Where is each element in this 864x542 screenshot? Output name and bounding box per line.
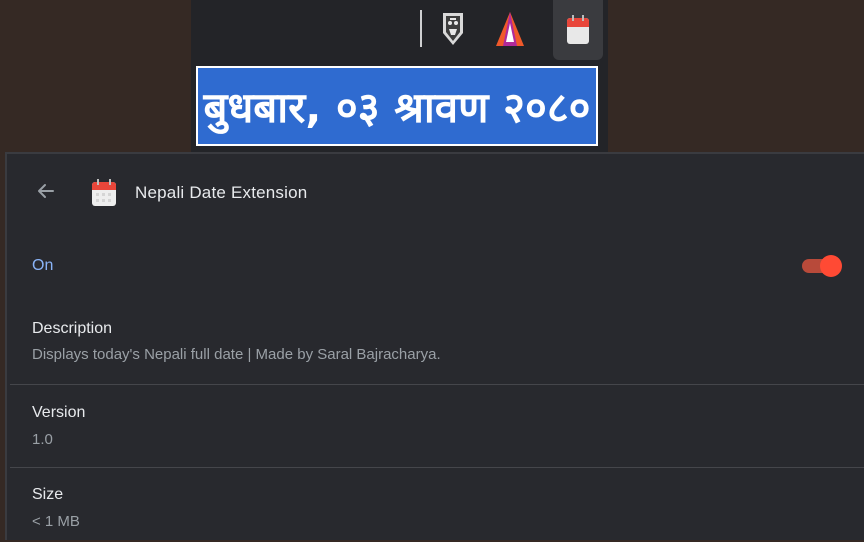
arrow-left-icon [38, 184, 54, 198]
extension-enable-toggle[interactable] [802, 254, 842, 278]
description-value: Displays today's Nepali full date | Made… [32, 346, 441, 363]
calendar-extension-icon[interactable] [553, 0, 603, 60]
toolbar-divider [420, 10, 422, 47]
details-header: Nepali Date Extension [7, 154, 864, 230]
extension-status-row: On [7, 230, 864, 300]
page-title: Nepali Date Extension [135, 183, 308, 202]
nepali-date-display: बुधबार, ०३ श्रावण २०८० [196, 66, 598, 146]
extension-details-panel: Nepali Date Extension On Description Dis… [5, 152, 864, 540]
triangle-extension-icon[interactable] [491, 6, 529, 52]
size-value: < 1 MB [32, 513, 80, 530]
size-label: Size [32, 486, 64, 503]
description-label: Description [32, 320, 113, 337]
version-label: Version [32, 404, 86, 421]
toggle-knob [820, 255, 842, 277]
description-row: Description Displays today's Nepali full… [7, 300, 864, 384]
back-button[interactable] [31, 176, 61, 206]
status-label: On [32, 257, 54, 274]
calendar-icon [91, 179, 117, 207]
lion-shield-extension-icon[interactable] [434, 6, 472, 52]
version-value: 1.0 [32, 431, 53, 448]
version-row: Version 1.0 [7, 385, 864, 467]
size-row: Size < 1 MB [7, 468, 864, 542]
